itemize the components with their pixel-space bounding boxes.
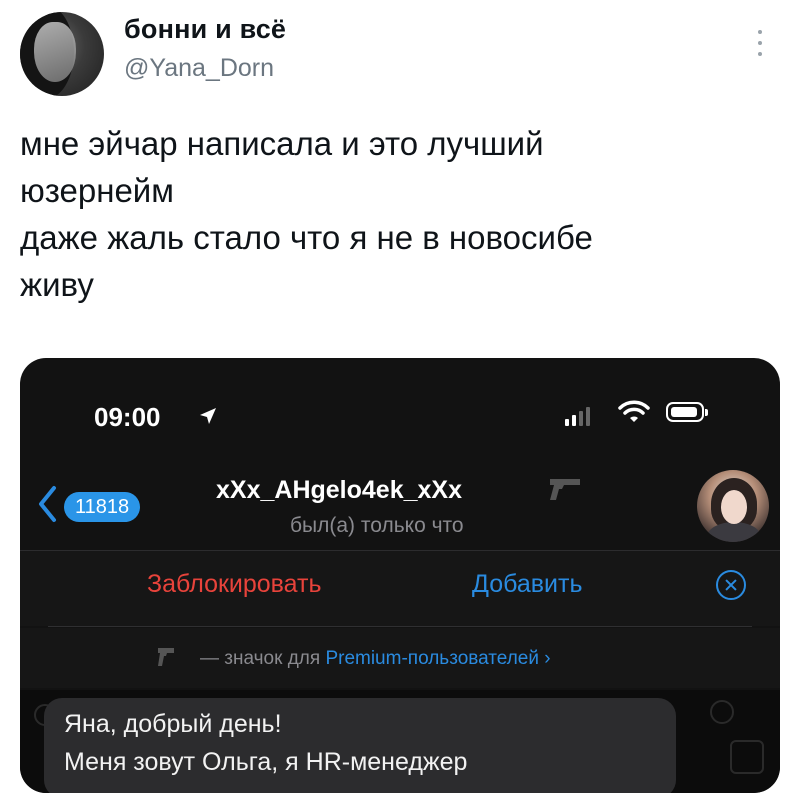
author-handle[interactable]: @Yana_Dorn xyxy=(124,54,274,83)
author-name[interactable]: бонни и всё xyxy=(124,14,286,45)
tweet-line: мне эйчар написала и это лучший xyxy=(20,125,544,162)
contact-avatar[interactable] xyxy=(697,470,769,542)
chevron-right-icon[interactable]: › xyxy=(544,648,550,669)
status-time: 09:00 xyxy=(94,402,161,432)
tweet-line: живу xyxy=(20,266,94,303)
add-contact-button[interactable]: Добавить xyxy=(472,570,583,599)
tweet-line: даже жаль стало что я не в новосибе xyxy=(20,219,593,256)
avatar-face xyxy=(34,22,76,82)
unread-count-badge[interactable]: 11818 xyxy=(64,492,141,522)
chat-title[interactable]: xXx_AHgelo4ek_xXx xyxy=(216,476,462,505)
location-arrow-icon xyxy=(200,408,216,424)
pistol-icon xyxy=(550,479,580,500)
premium-note[interactable]: — значок для Premium-пользователей › xyxy=(200,648,551,670)
tweet-text: мне эйчар написала и это лучший юзернейм… xyxy=(20,120,780,308)
premium-link[interactable]: Premium-пользователей xyxy=(325,648,539,669)
message-line: Меня зовут Ольга, я HR-менеджер xyxy=(64,748,468,776)
vertical-dots-icon[interactable] xyxy=(757,30,763,60)
message-line: Яна, добрый день! xyxy=(64,710,282,738)
divider xyxy=(48,626,752,627)
close-circle-icon[interactable] xyxy=(716,570,746,600)
block-button[interactable]: Заблокировать xyxy=(147,570,322,599)
author-avatar[interactable] xyxy=(20,12,104,96)
attached-screenshot[interactable]: 09:00 11818 xXx_AHgelo4ek_xXx был(а) тол… xyxy=(20,358,780,793)
battery-icon xyxy=(666,402,708,422)
cellular-signal-icon xyxy=(565,406,590,426)
chevron-left-icon[interactable] xyxy=(36,484,58,524)
tweet-line: юзернейм xyxy=(20,172,174,209)
premium-note-prefix: — значок для xyxy=(200,648,326,669)
wifi-icon xyxy=(618,400,650,422)
chat-status: был(а) только что xyxy=(290,514,464,537)
action-bar xyxy=(20,551,780,626)
pistol-icon xyxy=(158,648,174,666)
